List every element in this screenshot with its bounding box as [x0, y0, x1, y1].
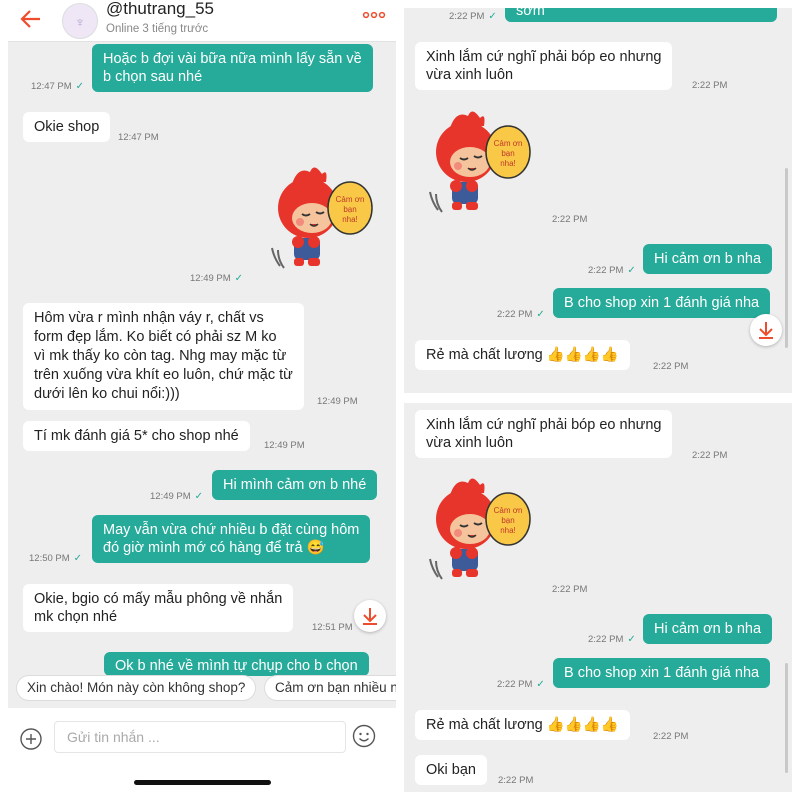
message-time: 12:49 PM [317, 396, 358, 407]
chat-pane-right-top: 2:22 PM ✓ sớm Xinh lắm cứ nghĩ phải bóp e… [404, 8, 792, 393]
avatar[interactable]: ♆ [62, 3, 98, 39]
read-check-icon: ✓ [536, 309, 545, 320]
thank-you-sticker[interactable]: Cảm ơn bạn nha! [264, 162, 376, 274]
download-arrow-icon [363, 608, 377, 625]
message-bubble-outgoing[interactable]: Hi cảm ơn b nha [643, 244, 773, 274]
message-bubble-outgoing[interactable]: Hi cảm ơn b nha [643, 614, 773, 644]
read-check-icon: ✓ [75, 81, 85, 92]
message-bubble-incoming[interactable]: Tí mk đánh giá 5* cho shop nhé [23, 421, 250, 451]
quick-reply-chip[interactable]: Cảm ơn bạn nhiều nhé [264, 675, 396, 701]
download-arrow-icon [759, 322, 773, 339]
message-bubble-incoming[interactable]: Rẻ mà chất lương 👍👍👍👍 [415, 340, 630, 370]
read-check-icon: ✓ [627, 634, 636, 645]
message-time: 12:50 PM ✓ [29, 553, 83, 564]
message-time: 2:22 PM ✓ [497, 309, 545, 320]
message-bubble-incoming[interactable]: Okie, bgio có mấy mẫu phông về nhắn mk c… [23, 584, 294, 632]
message-bubble-incoming[interactable]: Xinh lắm cứ nghĩ phải bóp eo nhưng vừa x… [415, 410, 673, 458]
message-bubble-incoming[interactable]: Xinh lắm cứ nghĩ phải bóp eo nhưng vừa x… [415, 42, 673, 90]
scroll-to-bottom-button[interactable] [354, 600, 386, 632]
message-bubble-outgoing[interactable]: Hoặc b đợi vài bữa nữa mình lấy sẵn về b… [92, 44, 373, 92]
message-time: 2:22 PM [498, 775, 534, 786]
message-bubble-incoming[interactable]: Hôm vừa r mình nhận váy r, chất vs form … [23, 303, 304, 410]
message-bubble-incoming[interactable]: Okie shop [23, 112, 111, 142]
message-input-bar: Gửi tin nhắn ... [8, 708, 396, 792]
thank-you-sticker[interactable]: Cảm ơn bạn nha! [422, 106, 534, 218]
emoji-icon[interactable] [352, 724, 376, 748]
message-bubble-outgoing[interactable]: B cho shop xin 1 đánh giá nha [553, 658, 771, 688]
message-time: 2:22 PM [692, 450, 728, 461]
message-time: 12:49 PM [264, 440, 305, 451]
message-time: 2:22 PM ✓ [588, 265, 636, 276]
message-time: 12:49 PM ✓ [150, 491, 204, 502]
add-attachment-icon[interactable] [20, 728, 42, 750]
more-options-icon[interactable] [362, 10, 386, 20]
message-time: 2:22 PM [653, 361, 689, 372]
message-time: 12:51 PM [312, 622, 353, 633]
message-time: 2:22 PM [692, 80, 728, 91]
quick-reply-chip[interactable]: Xin chào! Món này còn không shop? [16, 675, 256, 701]
message-time: 12:47 PM [118, 132, 159, 143]
read-check-icon: ✓ [627, 265, 636, 276]
message-time: 2:22 PM ✓ [497, 679, 545, 690]
online-status: Online 3 tiếng trước [106, 23, 209, 35]
chat-pane-left: ♆ @thutrang_55 Online 3 tiếng trước Hoặc… [8, 0, 396, 792]
scrollbar[interactable] [785, 168, 788, 348]
scroll-to-bottom-button[interactable] [750, 314, 782, 346]
message-time: 2:22 PM [653, 731, 689, 742]
chat-pane-right-bottom: Xinh lắm cứ nghĩ phải bóp eo nhưng vừa x… [404, 403, 792, 792]
read-check-icon: ✓ [194, 491, 204, 502]
read-check-icon: ✓ [234, 273, 244, 284]
back-arrow-icon[interactable] [18, 6, 44, 32]
message-time: 12:47 PM ✓ [31, 81, 85, 92]
message-input[interactable]: Gửi tin nhắn ... [54, 721, 346, 753]
message-bubble-outgoing[interactable]: Hi mình cảm ơn b nhé [212, 470, 378, 500]
home-indicator [134, 780, 271, 785]
message-bubble-incoming[interactable]: Rẻ mà chất lương 👍👍👍👍 [415, 710, 630, 740]
read-check-icon: ✓ [488, 11, 497, 22]
message-bubble-incoming[interactable]: Oki bạn [415, 755, 487, 785]
message-time: 2:22 PM [552, 214, 588, 225]
message-bubble-outgoing[interactable]: Ok b nhé về mình tự chụp cho b chọn [104, 652, 369, 676]
message-time: 2:22 PM ✓ [588, 634, 636, 645]
message-bubble-outgoing[interactable]: B cho shop xin 1 đánh giá nha [553, 288, 771, 318]
message-time: 2:22 PM [552, 584, 588, 595]
read-check-icon: ✓ [73, 553, 83, 564]
thank-you-sticker[interactable]: Cảm ơn bạn nha! [422, 473, 534, 585]
scrollbar[interactable] [785, 663, 788, 773]
read-check-icon: ✓ [536, 679, 545, 690]
chat-header: ♆ @thutrang_55 Online 3 tiếng trước [8, 0, 396, 42]
message-time: 2:22 PM ✓ [449, 11, 497, 22]
message-bubble-outgoing[interactable]: May vẫn vừa chứ nhiều b đặt cùng hôm đó … [92, 515, 371, 563]
chat-username[interactable]: @thutrang_55 [106, 0, 214, 19]
message-time: 12:49 PM ✓ [190, 273, 244, 284]
message-bubble-outgoing[interactable]: sớm [505, 8, 777, 22]
